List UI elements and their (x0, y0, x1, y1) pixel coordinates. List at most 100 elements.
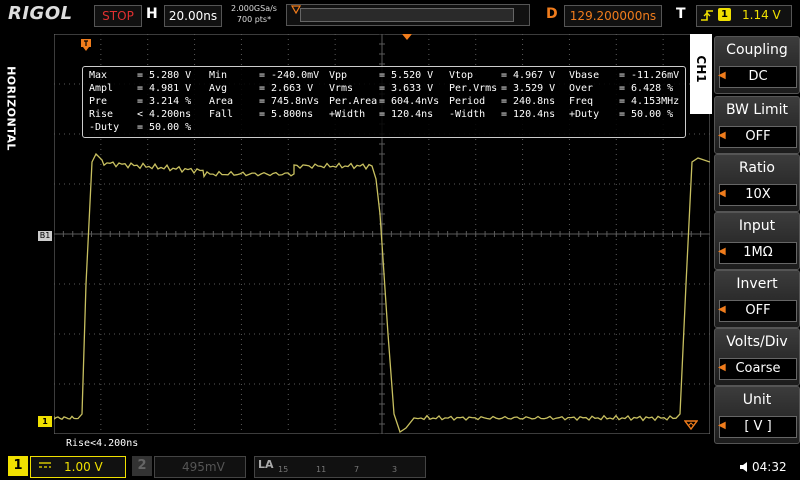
measurement-name: Vtop (449, 70, 474, 81)
measurement-value: = 5.520 V (379, 70, 434, 81)
run-status-badge[interactable]: STOP (94, 5, 142, 27)
measurement-value: = 2.663 V (259, 83, 314, 94)
delay-label: D (546, 6, 558, 22)
menu-item-title: Unit (742, 392, 772, 408)
measurement-name: -Width (449, 109, 486, 120)
menu-item-title: Input (738, 218, 776, 234)
menu-item-ratio[interactable]: Ratio 10X ◀ (714, 154, 800, 212)
measurement-value: = 50.00 % (137, 122, 192, 133)
measurement-name: Avg (209, 83, 228, 94)
measurement-name: Period (449, 96, 486, 107)
measurement-row: Rise < 4.200ns Fall = 5.800ns +Width = 120.4n… (89, 109, 681, 123)
ch2-indicator[interactable]: 2 (132, 456, 152, 476)
measurement-value: = 5.800ns (259, 109, 314, 120)
clock-time: 04:32 (752, 460, 787, 474)
dc-coupling-icon (39, 462, 51, 468)
measurement-value: = 4.153MHz (619, 96, 680, 107)
measurement-value: = 120.4ns (501, 109, 556, 120)
memory-depth: 700 pts* (236, 15, 272, 24)
sample-rate: 2.000GSa/s (231, 4, 277, 13)
measurement-row: -Duty = 50.00 % (89, 122, 681, 136)
ch1-indicator[interactable]: 1 (8, 456, 28, 476)
trigger-level-marker-icon[interactable] (684, 420, 698, 430)
measurement-value: = 6.428 % (619, 83, 674, 94)
menu-item-input[interactable]: Input 1MΩ ◀ (714, 212, 800, 270)
ch1-menu-tab[interactable]: CH1 (690, 34, 712, 114)
measurement-value: = -240.0mV (259, 70, 320, 81)
menu-arrow-icon: ◀ (718, 130, 726, 141)
measurement-name: +Width (329, 109, 366, 120)
timebase-value[interactable]: 20.00ns (164, 5, 222, 27)
measurement-row: Max = 5.280 V Min = -240.0mV Vpp = 5.520 V Vto… (89, 70, 681, 84)
delay-value[interactable]: 129.200000ns (564, 5, 662, 27)
menu-item-value: 1MΩ (719, 242, 797, 264)
ch1-volts-per-div: 1.00 V (64, 460, 103, 474)
horizontal-label: H (146, 6, 158, 22)
measurement-name: Fall (209, 109, 234, 120)
measurement-value: = 4.967 V (501, 70, 556, 81)
menu-item-value: OFF (719, 126, 797, 148)
trigger-source-badge: 1 (718, 8, 731, 21)
ch1-ground-marker[interactable]: 1 (38, 416, 52, 427)
rising-edge-icon (701, 10, 713, 21)
menu-item-value: Coarse (719, 358, 797, 380)
measurement-name: Max (89, 70, 108, 81)
menu-arrow-icon: ◀ (718, 420, 726, 431)
measurement-name: Freq (569, 96, 594, 107)
measurement-value: = 4.981 V (137, 83, 192, 94)
measurement-row: Pre = 3.214 % Area = 745.8nVs Per.Area = 604.… (89, 96, 681, 110)
menu-item-value: [ V ] (719, 416, 797, 438)
la-channel-number: 15 (278, 465, 289, 474)
horizontal-side-panel: HORIZONTAL (0, 30, 22, 450)
memory-window (300, 8, 514, 22)
measurement-value: = 3.633 V (379, 83, 434, 94)
rise-time-readout: Rise<4.200ns (66, 438, 139, 449)
menu-item-value: DC (719, 66, 797, 88)
menu-arrow-icon: ◀ (718, 362, 726, 373)
measurement-value: = -11.26mV (619, 70, 680, 81)
measurement-name: Per.Area (329, 96, 378, 107)
menu-arrow-icon: ◀ (718, 188, 726, 199)
memory-left-marker-icon (291, 5, 301, 15)
measurement-name: Ampl (89, 83, 114, 94)
menu-item-title: Invert (736, 276, 778, 292)
measurement-panel: Max = 5.280 V Min = -240.0mV Vpp = 5.520 V Vto… (82, 66, 686, 138)
menu-item-volts-div[interactable]: Volts/Div Coarse ◀ (714, 328, 800, 386)
menu-item-title: Volts/Div (726, 334, 788, 350)
bus-b1-marker[interactable]: B1 (38, 231, 52, 241)
menu-item-title: Coupling (726, 42, 788, 58)
measurement-value: = 745.8nVs (259, 96, 320, 107)
la-label: LA (258, 458, 274, 471)
measurement-name: Rise (89, 109, 114, 120)
menu-arrow-icon: ◀ (718, 304, 726, 315)
measurement-value: = 50.00 % (619, 109, 674, 120)
menu-item-coupling[interactable]: Coupling DC ◀ (714, 36, 800, 94)
trigger-level-value: 1.14 V (742, 8, 781, 22)
ch2-volts-per-div: 495mV (182, 460, 225, 474)
sample-rate-readout: 2.000GSa/s 700 pts* (224, 3, 284, 25)
menu-item-title: Ratio (739, 160, 775, 176)
menu-arrow-icon: ◀ (718, 70, 726, 81)
measurement-value: = 240.8ns (501, 96, 556, 107)
measurement-name: Vrms (329, 83, 354, 94)
horizontal-delay-marker-icon (402, 34, 412, 40)
menu-item-value: 10X (719, 184, 797, 206)
measurement-value: = 3.214 % (137, 96, 192, 107)
horizontal-side-label: HORIZONTAL (4, 66, 18, 151)
menu-arrow-icon: ◀ (718, 246, 726, 257)
measurement-name: -Duty (89, 122, 120, 133)
measurement-name: Vpp (329, 70, 348, 81)
menu-item-bw-limit[interactable]: BW Limit OFF ◀ (714, 96, 800, 154)
menu-item-title: BW Limit (725, 102, 789, 118)
measurement-name: Area (209, 96, 234, 107)
speaker-icon[interactable] (738, 460, 752, 474)
measurement-name: Over (569, 83, 594, 94)
measurement-name: Vbase (569, 70, 600, 81)
trigger-label: T (676, 6, 686, 22)
menu-item-unit[interactable]: Unit [ V ] ◀ (714, 386, 800, 444)
measurement-row: Ampl = 4.981 V Avg = 2.663 V Vrms = 3.633 V Pe… (89, 83, 681, 97)
la-channel-number: 3 (392, 465, 398, 474)
menu-item-value: OFF (719, 300, 797, 322)
menu-item-invert[interactable]: Invert OFF ◀ (714, 270, 800, 328)
measurement-value: = 5.280 V (137, 70, 192, 81)
